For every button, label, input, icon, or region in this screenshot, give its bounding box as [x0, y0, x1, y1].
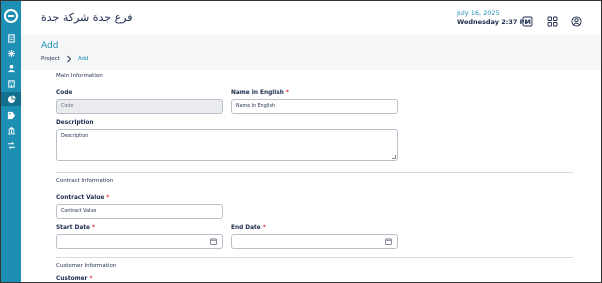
- breadcrumb-current: Add: [77, 56, 89, 62]
- code-field[interactable]: Code: [56, 99, 223, 114]
- page-header: Add Project Add: [21, 35, 601, 70]
- breadcrumb-project-link[interactable]: Project: [41, 56, 60, 62]
- description-label: Description: [56, 120, 94, 126]
- person-icon[interactable]: [6, 63, 16, 73]
- pie-chart-icon[interactable]: [1, 92, 21, 106]
- customer-label: Customer *: [56, 276, 93, 282]
- name-in-english-field[interactable]: Name In English: [231, 99, 398, 114]
- document-icon[interactable]: [6, 33, 16, 43]
- contract-information-heading: Contract Information: [56, 178, 114, 184]
- sidebar: [1, 1, 21, 282]
- form-container: Main Information Code Code Name In Engli…: [21, 70, 601, 282]
- app-window: فرع جدة شركة جدة July 16, 2025 Wednesday…: [0, 0, 602, 283]
- contract-value-label: Contract Value *: [56, 195, 110, 201]
- user-account-icon[interactable]: [571, 12, 582, 27]
- page-title: Add: [41, 41, 59, 51]
- building-icon[interactable]: [6, 78, 16, 88]
- start-date-field[interactable]: [56, 234, 223, 249]
- contract-value-field[interactable]: Contract Value: [56, 204, 223, 219]
- breadcrumb: Project Add: [41, 55, 88, 63]
- end-date-field[interactable]: [231, 234, 398, 249]
- code-label: Code: [56, 90, 73, 96]
- main-information-heading: Main Information: [56, 73, 103, 79]
- top-header: فرع جدة شركة جدة July 16, 2025 Wednesday…: [21, 1, 601, 35]
- current-date: July 16, 2025: [457, 9, 500, 17]
- start-date-label: Start Date *: [56, 225, 96, 231]
- current-day-time: Wednesday 2:37 PM: [457, 18, 531, 26]
- app-logo[interactable]: [4, 9, 18, 23]
- customer-information-heading: Customer Information: [56, 263, 117, 269]
- name-in-english-label: Name In English *: [231, 90, 289, 96]
- section-divider: [56, 257, 573, 258]
- calendar-icon[interactable]: [385, 238, 392, 245]
- tag-icon[interactable]: [6, 110, 16, 120]
- bank-icon[interactable]: [6, 125, 16, 135]
- chevron-right-icon: [67, 55, 71, 63]
- end-date-label: End Date *: [231, 225, 266, 231]
- description-field[interactable]: Description: [56, 129, 398, 161]
- calendar-icon[interactable]: [210, 238, 217, 245]
- checklist-icon[interactable]: [522, 12, 533, 27]
- swap-icon[interactable]: [6, 140, 16, 150]
- snowflake-icon[interactable]: [6, 48, 16, 58]
- resize-handle[interactable]: [392, 155, 396, 159]
- apps-grid-icon[interactable]: [547, 12, 558, 27]
- organization-name: فرع جدة شركة جدة: [41, 11, 133, 24]
- section-divider: [56, 172, 573, 173]
